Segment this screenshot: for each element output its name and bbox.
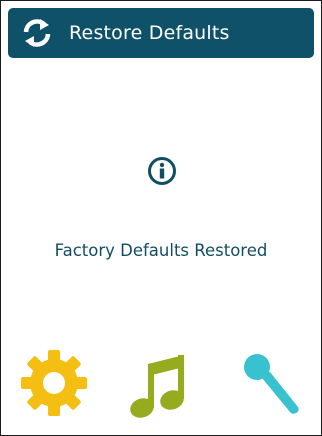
refresh-icon (20, 16, 54, 50)
restore-defaults-screen: Restore Defaults Factory Defaults Restor… (0, 0, 322, 436)
music-note-icon[interactable] (129, 351, 189, 419)
header-bar: Restore Defaults (8, 8, 314, 58)
gear-icon[interactable] (19, 348, 89, 418)
page-title: Restore Defaults (69, 22, 230, 44)
status-message: Factory Defaults Restored (54, 241, 268, 260)
microphone-icon[interactable] (241, 351, 301, 417)
info-icon (147, 156, 177, 186)
